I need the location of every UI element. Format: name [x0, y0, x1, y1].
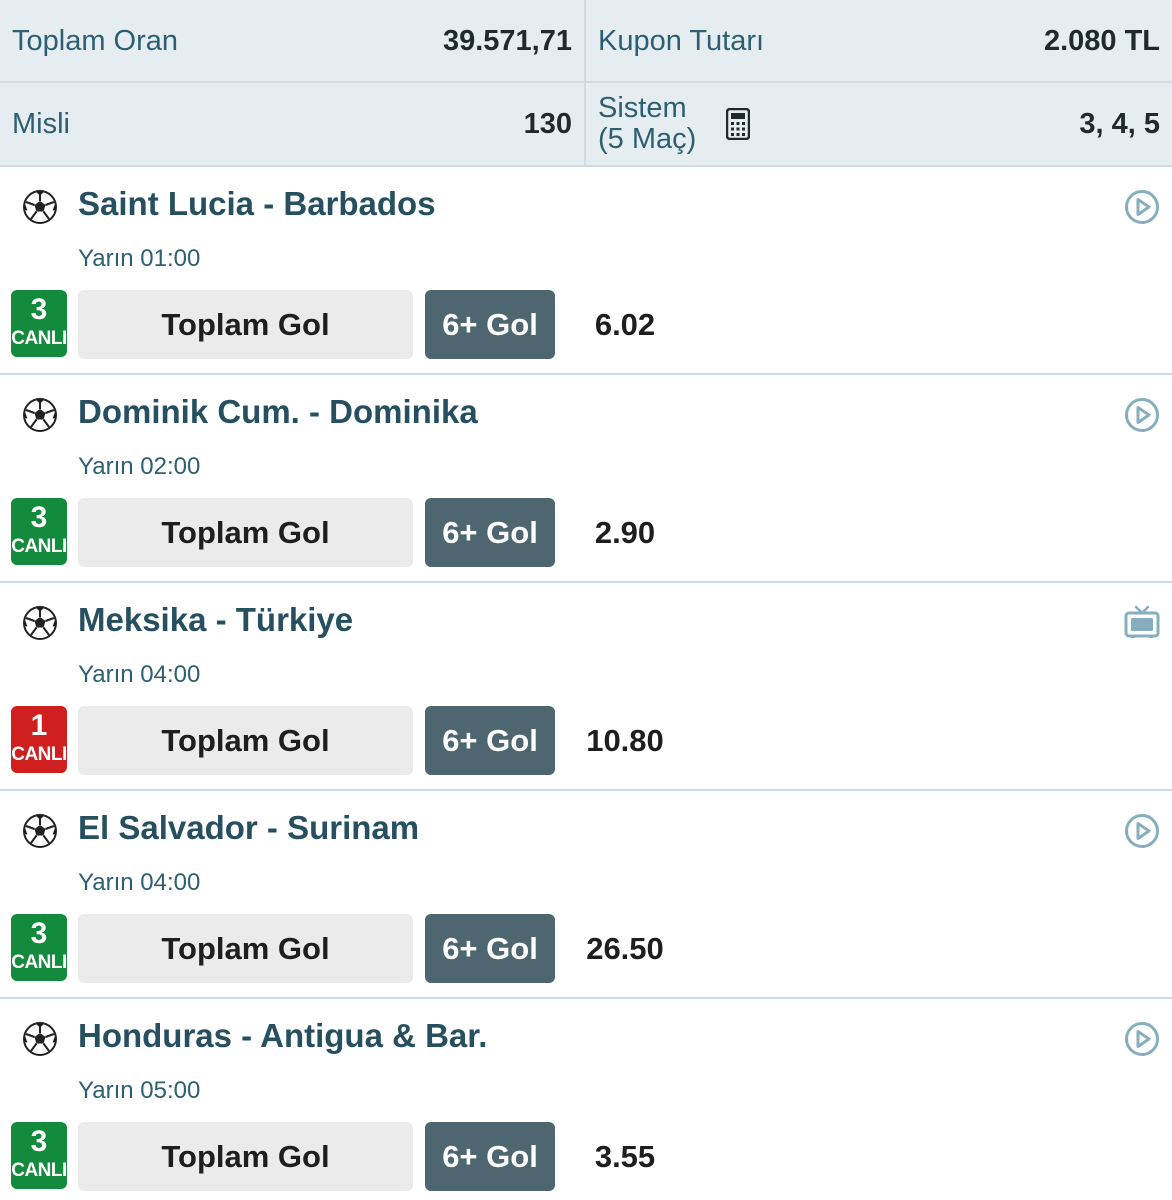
match-time: Yarın 02:00: [78, 453, 201, 480]
live-badge: 3 CANLI: [11, 290, 67, 357]
match-time: Yarın 05:00: [78, 1077, 201, 1104]
match-teams[interactable]: El Salvador - Surinam: [78, 809, 419, 847]
match-teams[interactable]: Meksika - Türkiye: [78, 601, 353, 639]
soccer-ball-icon: [23, 398, 57, 432]
system-cell: Sistem (5 Maç) 3, 4, 5: [586, 83, 1172, 165]
total-odds-label: Toplam Oran: [12, 24, 179, 57]
coupon-amount-cell: Kupon Tutarı 2.080 TL: [586, 0, 1172, 82]
match-teams[interactable]: Honduras - Antigua & Bar.: [78, 1017, 487, 1055]
system-label-line1: Sistem: [598, 92, 687, 124]
system-value: 3, 4, 5: [1079, 107, 1160, 140]
odd-value: 26.50: [586, 930, 664, 966]
match-time: Yarın 04:00: [78, 869, 201, 896]
live-badge: 3 CANLI: [11, 914, 67, 981]
live-badge: 3 CANLI: [11, 1122, 67, 1189]
pick-button[interactable]: 6+ Gol: [425, 706, 555, 775]
coupon-amount-label: Kupon Tutarı: [598, 24, 765, 57]
divider-horizontal: [0, 81, 1172, 83]
play-circle-icon[interactable]: [1124, 189, 1160, 225]
live-badge-number: 1: [30, 709, 48, 742]
divider-vertical: [584, 0, 586, 167]
odd-value: 2.90: [594, 514, 656, 550]
coupon-summary: Toplam Oran 39.571,71 Kupon Tutarı 2.080…: [0, 0, 1172, 167]
system-label: Sistem (5 Maç): [598, 93, 696, 155]
total-odds-value: 39.571,71: [442, 24, 572, 57]
play-circle-icon[interactable]: [1124, 397, 1160, 433]
market-button[interactable]: Toplam Gol: [78, 706, 413, 775]
soccer-ball-icon: [23, 606, 57, 640]
play-circle-icon[interactable]: [1124, 1021, 1160, 1057]
live-badge-label: CANLI: [11, 328, 67, 349]
live-badge-number: 3: [30, 501, 48, 534]
odd-value: 6.02: [594, 306, 656, 342]
odd-value: 10.80: [586, 722, 664, 758]
market-button[interactable]: Toplam Gol: [78, 1122, 413, 1191]
match-row[interactable]: Dominik Cum. - Dominika Yarın 02:00 3 CA…: [0, 375, 1172, 583]
live-badge-label: CANLI: [11, 744, 67, 765]
odd-value: 3.55: [594, 1138, 656, 1174]
live-badge: 3 CANLI: [11, 498, 67, 565]
pick-button[interactable]: 6+ Gol: [425, 1122, 555, 1191]
match-teams[interactable]: Saint Lucia - Barbados: [78, 185, 436, 223]
pick-button[interactable]: 6+ Gol: [425, 290, 555, 359]
live-badge-label: CANLI: [11, 536, 67, 557]
market-button[interactable]: Toplam Gol: [78, 290, 413, 359]
match-row[interactable]: Meksika - Türkiye Yarın 04:00 1 CANLI To…: [0, 583, 1172, 791]
match-time: Yarın 01:00: [78, 245, 201, 272]
market-button[interactable]: Toplam Gol: [78, 498, 413, 567]
multiplier-cell: Misli 130: [0, 83, 584, 165]
match-row[interactable]: Saint Lucia - Barbados Yarın 01:00 3 CAN…: [0, 167, 1172, 375]
calculator-icon[interactable]: [726, 108, 750, 140]
system-label-line2: (5 Maç): [598, 123, 697, 155]
match-teams[interactable]: Dominik Cum. - Dominika: [78, 393, 478, 431]
coupon-amount-value: 2.080 TL: [1043, 24, 1160, 57]
multiplier-label: Misli: [12, 107, 70, 140]
live-badge-label: CANLI: [11, 952, 67, 973]
soccer-ball-icon: [23, 814, 57, 848]
match-row[interactable]: El Salvador - Surinam Yarın 04:00 3 CANL…: [0, 791, 1172, 999]
pick-button[interactable]: 6+ Gol: [425, 914, 555, 983]
live-badge: 1 CANLI: [11, 706, 67, 773]
tv-icon[interactable]: [1124, 605, 1160, 639]
soccer-ball-icon: [23, 1022, 57, 1056]
total-odds-cell: Toplam Oran 39.571,71: [0, 0, 584, 82]
live-badge-number: 3: [30, 293, 48, 326]
soccer-ball-icon: [23, 190, 57, 224]
market-button[interactable]: Toplam Gol: [78, 914, 413, 983]
live-badge-label: CANLI: [11, 1160, 67, 1181]
pick-button[interactable]: 6+ Gol: [425, 498, 555, 567]
live-badge-number: 3: [30, 917, 48, 950]
match-row[interactable]: Honduras - Antigua & Bar. Yarın 05:00 3 …: [0, 999, 1172, 1200]
match-time: Yarın 04:00: [78, 661, 201, 688]
multiplier-value: 130: [523, 107, 572, 140]
play-circle-icon[interactable]: [1124, 813, 1160, 849]
live-badge-number: 3: [30, 1125, 48, 1158]
